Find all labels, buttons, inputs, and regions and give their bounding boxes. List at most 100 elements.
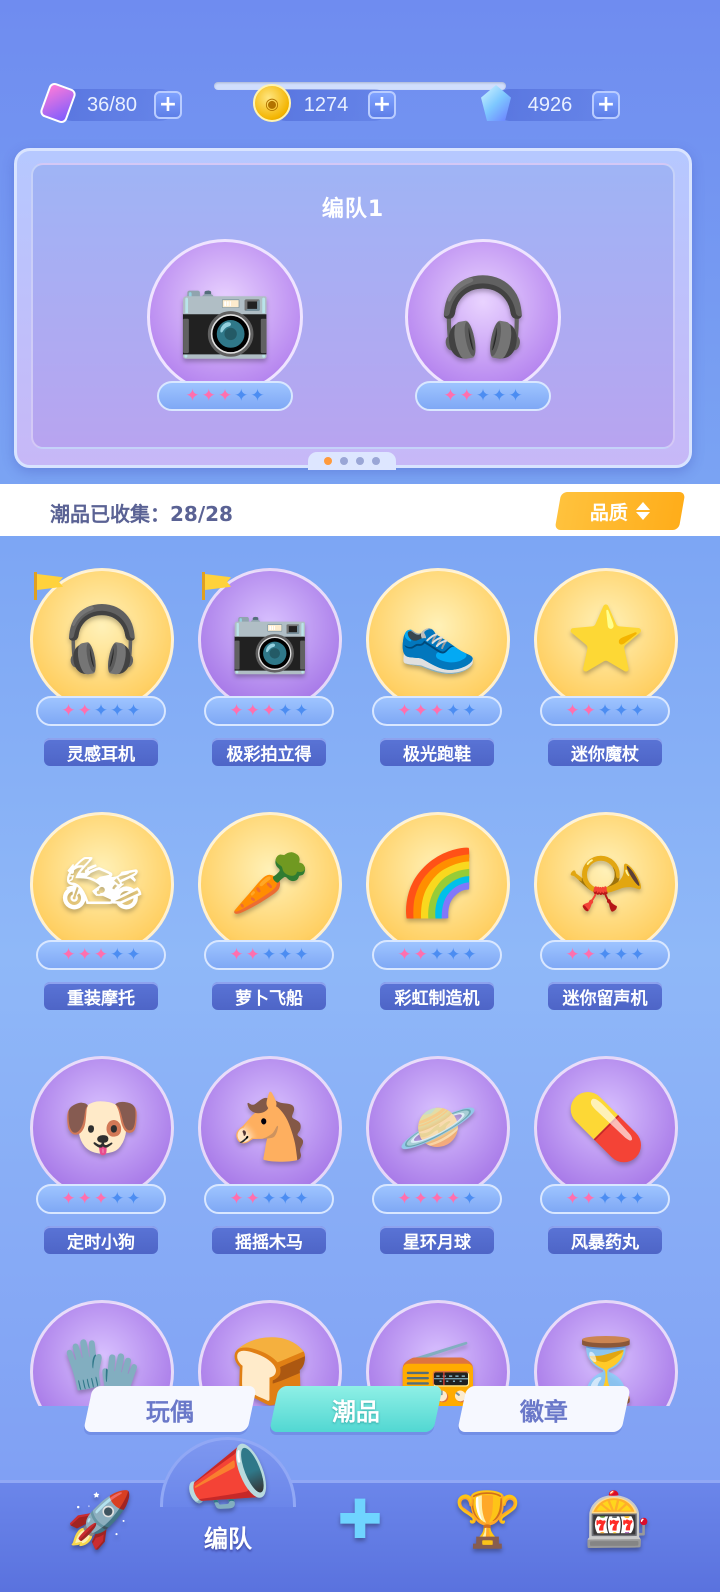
item-name: 定时小狗 bbox=[44, 1226, 158, 1254]
tab-trendy[interactable]: 潮品 bbox=[269, 1386, 443, 1432]
star-empty-icon: ✦ bbox=[234, 385, 249, 406]
star-filled-icon: ✦ bbox=[229, 1188, 244, 1209]
item-card[interactable]: 🌈 ✦ ✦ ✦ ✦ ✦ 彩虹制造机 bbox=[362, 812, 512, 1022]
ticket-resource: 36/80 + bbox=[38, 81, 182, 125]
star-filled-icon: ✦ bbox=[77, 700, 92, 721]
star-empty-icon: ✦ bbox=[475, 385, 491, 406]
team-title: 编队1 bbox=[321, 197, 385, 222]
headphones-icon: 🎧 bbox=[405, 239, 561, 395]
star-filled-icon: ✦ bbox=[217, 385, 233, 406]
flag-icon bbox=[30, 572, 66, 600]
item-stars: ✦ ✦ ✦ ✦ ✦ bbox=[204, 1184, 334, 1214]
item-portrait: 🥕 bbox=[198, 812, 342, 956]
nav-gacha[interactable]: 🎰 bbox=[570, 1493, 666, 1589]
collection-count: 潮品已收集：28/28 bbox=[50, 502, 233, 526]
star-filled-icon: ✦ bbox=[397, 700, 412, 721]
item-portrait: ⭐ bbox=[534, 568, 678, 712]
star-empty-icon: ✦ bbox=[614, 944, 629, 965]
item-name: 极彩拍立得 bbox=[212, 738, 326, 766]
star-empty-icon: ✦ bbox=[261, 944, 277, 965]
item-card[interactable]: 🎧 ✦ ✦ ✦ ✦ ✦ 灵感耳机 bbox=[26, 568, 176, 778]
nav-trophy[interactable]: 🏆 bbox=[440, 1493, 536, 1589]
star-filled-icon: ✦ bbox=[397, 944, 412, 965]
star-empty-icon: ✦ bbox=[294, 1188, 309, 1209]
star-filled-icon: ✦ bbox=[397, 1188, 412, 1209]
item-card[interactable]: 🐴 ✦ ✦ ✦ ✦ ✦ 摇摇木马 bbox=[194, 1056, 344, 1266]
item-art-icon: 🥕 bbox=[230, 847, 310, 921]
star-filled-icon: ✦ bbox=[61, 1188, 76, 1209]
star-filled-icon: ✦ bbox=[413, 700, 428, 721]
quality-sort-label: 品质 bbox=[589, 501, 628, 524]
star-filled-icon: ✦ bbox=[565, 700, 580, 721]
nav-play[interactable]: ✚ bbox=[312, 1493, 408, 1589]
tab-badges-label: 徽章 bbox=[520, 1397, 568, 1426]
item-name: 极光跑鞋 bbox=[380, 738, 494, 766]
item-portrait: 🌈 bbox=[366, 812, 510, 956]
star-empty-icon: ✦ bbox=[110, 700, 125, 721]
add-ticket-button[interactable]: + bbox=[154, 91, 182, 119]
nav-rocket[interactable]: 🚀 bbox=[52, 1493, 148, 1589]
star-empty-icon: ✦ bbox=[294, 944, 309, 965]
item-card[interactable]: 🥕 ✦ ✦ ✦ ✦ ✦ 萝卜飞船 bbox=[194, 812, 344, 1022]
tab-dolls[interactable]: 玩偶 bbox=[83, 1386, 257, 1432]
item-art-icon: 🏍 bbox=[61, 847, 143, 921]
item-name: 风暴药丸 bbox=[548, 1226, 662, 1254]
star-filled-icon: ✦ bbox=[229, 700, 244, 721]
gem-icon bbox=[474, 81, 518, 125]
star-filled-icon: ✦ bbox=[413, 944, 428, 965]
item-stars: ✦ ✦ ✦ ✦ ✦ bbox=[540, 696, 670, 726]
nav-team[interactable]: 📣 编队 bbox=[180, 1437, 276, 1553]
star-empty-icon: ✦ bbox=[278, 944, 293, 965]
page-dot[interactable] bbox=[340, 457, 348, 465]
item-portrait: 👟 bbox=[366, 568, 510, 712]
item-card[interactable]: 💊 ✦ ✦ ✦ ✦ ✦ 风暴药丸 bbox=[530, 1056, 680, 1266]
item-stars: ✦ ✦ ✦ ✦ ✦ bbox=[36, 696, 166, 726]
item-card[interactable]: 🪐 ✦ ✦ ✦ ✦ ✦ 星环月球 bbox=[362, 1056, 512, 1266]
add-gem-button[interactable]: + bbox=[592, 91, 620, 119]
item-card[interactable]: 📯 ✦ ✦ ✦ ✦ ✦ 迷你留声机 bbox=[530, 812, 680, 1022]
quality-sort-button[interactable]: 品质 bbox=[554, 492, 686, 530]
star-empty-icon: ✦ bbox=[446, 944, 461, 965]
item-art-icon: 🐶 bbox=[62, 1091, 142, 1165]
item-stars: ✦ ✦ ✦ ✦ ✦ bbox=[372, 1184, 502, 1214]
page-dot[interactable] bbox=[372, 457, 380, 465]
star-filled-icon: ✦ bbox=[93, 944, 109, 965]
star-empty-icon: ✦ bbox=[508, 385, 523, 406]
tab-trendy-label: 潮品 bbox=[332, 1397, 380, 1426]
item-card[interactable]: 🐶 ✦ ✦ ✦ ✦ ✦ 定时小狗 bbox=[26, 1056, 176, 1266]
item-card[interactable]: 🏍 ✦ ✦ ✦ ✦ ✦ 重装摩托 bbox=[26, 812, 176, 1022]
team-slot-2[interactable]: 🎧 ✦ ✦ ✦ ✦ ✦ bbox=[405, 239, 565, 411]
add-coin-button[interactable]: + bbox=[368, 91, 396, 119]
item-card[interactable]: ⭐ ✦ ✦ ✦ ✦ ✦ 迷你魔杖 bbox=[530, 568, 680, 778]
page-dot[interactable] bbox=[324, 457, 332, 465]
item-stars: ✦ ✦ ✦ ✦ ✦ bbox=[540, 1184, 670, 1214]
star-empty-icon: ✦ bbox=[597, 700, 613, 721]
item-portrait: 🐴 bbox=[198, 1056, 342, 1200]
item-stars: ✦ ✦ ✦ ✦ ✦ bbox=[372, 940, 502, 970]
star-filled-icon: ✦ bbox=[61, 700, 76, 721]
item-art-icon: 🎧 bbox=[62, 603, 142, 677]
star-filled-icon: ✦ bbox=[61, 944, 76, 965]
star-empty-icon: ✦ bbox=[446, 700, 461, 721]
star-empty-icon: ✦ bbox=[261, 1188, 277, 1209]
item-art-icon: ⭐ bbox=[566, 603, 646, 677]
tab-badges[interactable]: 徽章 bbox=[457, 1386, 631, 1432]
item-stars: ✦ ✦ ✦ ✦ ✦ bbox=[372, 696, 502, 726]
item-card[interactable]: 📷 ✦ ✦ ✦ ✦ ✦ 极彩拍立得 bbox=[194, 568, 344, 778]
item-card[interactable]: 👟 ✦ ✦ ✦ ✦ ✦ 极光跑鞋 bbox=[362, 568, 512, 778]
whistle-icon: 📣 bbox=[184, 1437, 272, 1519]
star-empty-icon: ✦ bbox=[462, 1188, 477, 1209]
star-filled-icon: ✦ bbox=[201, 385, 216, 406]
item-portrait: 💊 bbox=[534, 1056, 678, 1200]
star-empty-icon: ✦ bbox=[93, 700, 109, 721]
team-panel-inner: 编队1 📷 ✦ ✦ ✦ ✦ ✦ 🎧 ✦ ✦ ✦ ✦ ✦ bbox=[31, 163, 675, 449]
star-filled-icon: ✦ bbox=[581, 944, 596, 965]
star-filled-icon: ✦ bbox=[413, 1188, 428, 1209]
page-dot[interactable] bbox=[356, 457, 364, 465]
team-slot-1[interactable]: 📷 ✦ ✦ ✦ ✦ ✦ bbox=[147, 239, 307, 411]
star-empty-icon: ✦ bbox=[614, 700, 629, 721]
team-page-indicator[interactable] bbox=[308, 452, 396, 470]
star-empty-icon: ✦ bbox=[250, 385, 265, 406]
star-empty-icon: ✦ bbox=[462, 700, 477, 721]
star-filled-icon: ✦ bbox=[459, 385, 474, 406]
